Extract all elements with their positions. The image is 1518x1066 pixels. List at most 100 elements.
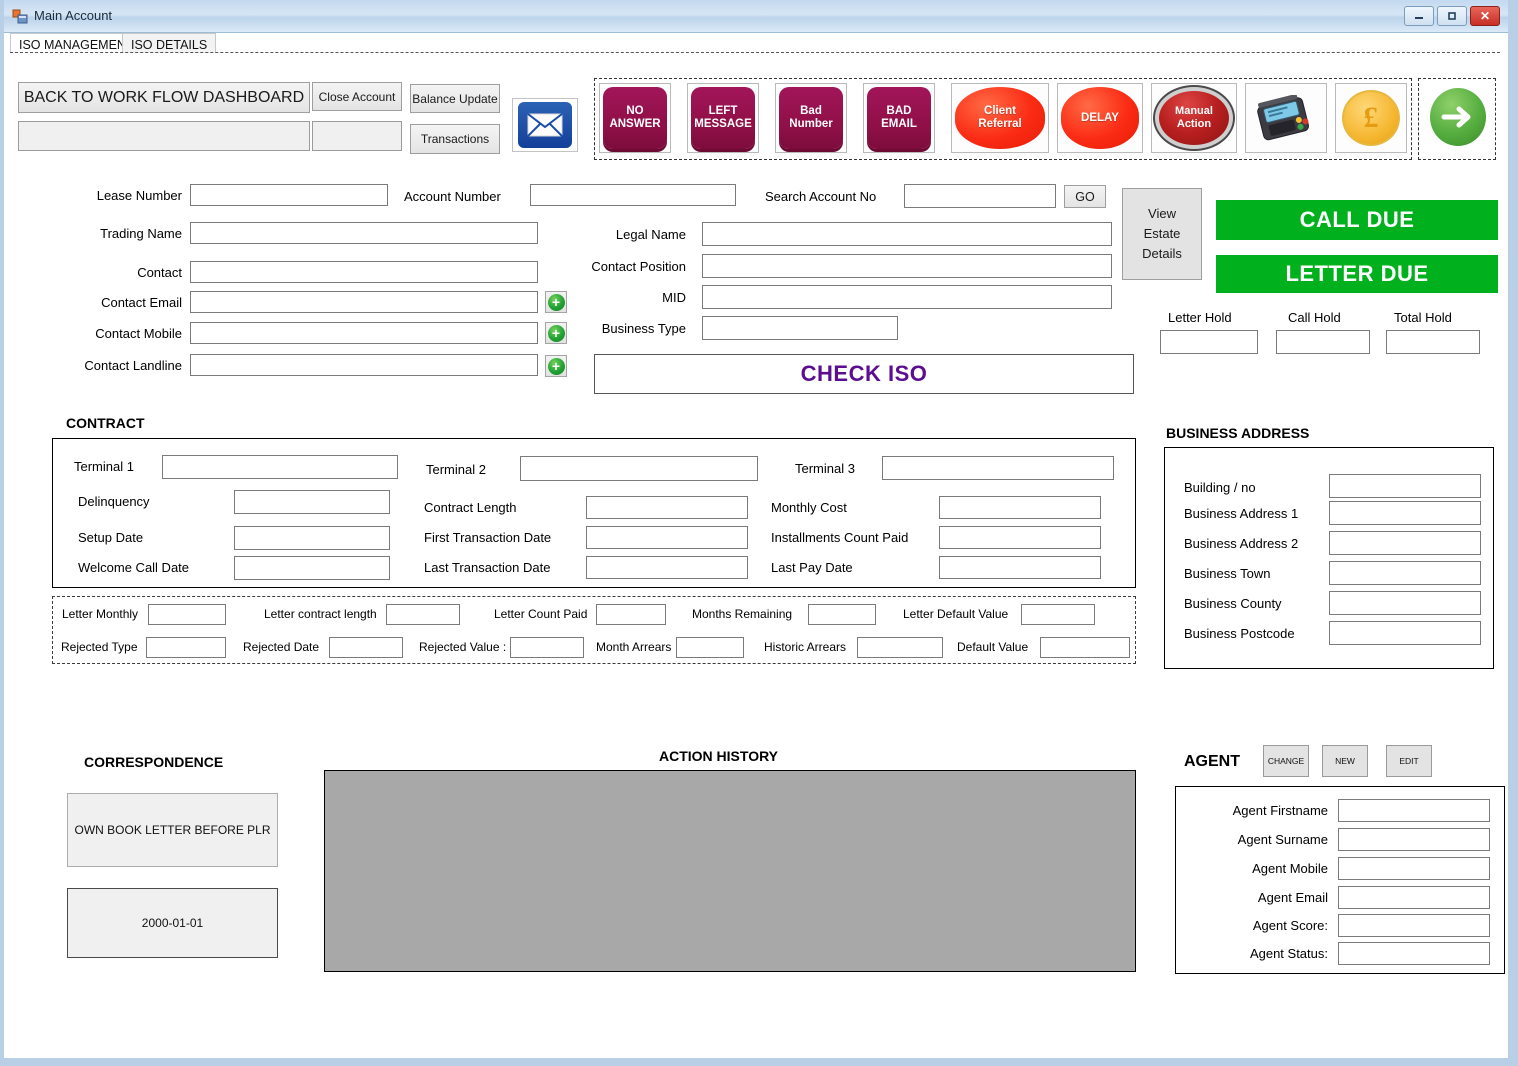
delinquency-label: Delinquency <box>78 494 150 509</box>
letter-default-value-input[interactable] <box>1021 604 1095 625</box>
account-number-input[interactable] <box>530 184 736 206</box>
back-to-workflow-dashboard-status-field[interactable] <box>18 121 310 151</box>
transactions-button[interactable]: Transactions <box>410 124 500 154</box>
minimize-button[interactable] <box>1404 6 1434 26</box>
month-arrears-input[interactable] <box>676 637 744 658</box>
manual-action-button[interactable]: Manual Action <box>1151 83 1237 153</box>
add-contact-landline-button[interactable]: + <box>545 355 567 377</box>
plus-circle-icon: + <box>547 357 565 375</box>
delay-button[interactable]: DELAY <box>1057 83 1143 153</box>
contact-landline-input[interactable] <box>190 354 538 376</box>
payment-pound-button[interactable]: £ <box>1335 83 1407 153</box>
no-answer-button[interactable]: NO ANSWER <box>599 83 671 153</box>
first-transaction-date-input[interactable] <box>586 526 748 549</box>
agent-score-input[interactable] <box>1338 914 1490 937</box>
view-estate-details-button[interactable]: View Estate Details <box>1122 188 1202 280</box>
bad-number-button[interactable]: Bad Number <box>775 83 847 153</box>
view-estate-line2: Estate <box>1143 226 1181 241</box>
envelope-icon <box>518 102 572 148</box>
correspondence-title: CORRESPONDENCE <box>84 754 224 770</box>
main-account-window: Main Account ✕ ISO MANAGEMENT ISO DETAIL… <box>0 0 1518 1066</box>
agent-surname-input[interactable] <box>1338 828 1490 851</box>
contact-email-input[interactable] <box>190 291 538 313</box>
business-address-2-input[interactable] <box>1329 531 1481 555</box>
go-button[interactable]: GO <box>1064 185 1106 208</box>
bad-email-button[interactable]: BAD EMAIL <box>863 83 935 153</box>
lease-number-input[interactable] <box>190 184 388 206</box>
letter-count-paid-input[interactable] <box>596 604 666 625</box>
send-email-button[interactable] <box>512 98 578 152</box>
maximize-button[interactable] <box>1437 6 1467 26</box>
agent-mobile-label: Agent Mobile <box>1252 861 1328 876</box>
business-town-input[interactable] <box>1329 561 1481 585</box>
building-no-input[interactable] <box>1329 474 1481 498</box>
left-message-button[interactable]: LEFT MESSAGE <box>687 83 759 153</box>
contact-email-label: Contact Email <box>101 295 182 310</box>
window-controls: ✕ <box>1404 6 1500 26</box>
rejected-value-input[interactable] <box>510 637 584 658</box>
correspondence-letter-date-button[interactable]: 2000-01-01 <box>67 888 278 958</box>
balance-update-button[interactable]: Balance Update <box>410 84 500 113</box>
client-referral-label: Client Referral <box>955 87 1045 149</box>
agent-change-button[interactable]: CHANGE <box>1263 745 1309 777</box>
action-history-grid[interactable] <box>324 770 1136 972</box>
business-county-input[interactable] <box>1329 591 1481 615</box>
letter-due-button[interactable]: LETTER DUE <box>1216 255 1498 293</box>
letter-monthly-input[interactable] <box>148 604 226 625</box>
tab-strip: ISO MANAGEMENT ISO DETAILS <box>4 33 1508 53</box>
next-arrow-icon <box>1430 88 1486 146</box>
agent-status-input[interactable] <box>1338 942 1490 965</box>
contract-length-input[interactable] <box>586 496 748 519</box>
mid-input[interactable] <box>702 285 1112 309</box>
agent-new-button[interactable]: NEW <box>1322 745 1368 777</box>
legal-name-input[interactable] <box>702 222 1112 246</box>
business-postcode-input[interactable] <box>1329 621 1481 645</box>
business-type-input[interactable] <box>702 316 898 340</box>
total-hold-input[interactable] <box>1386 330 1480 354</box>
last-transaction-date-input[interactable] <box>586 556 748 579</box>
bad-number-label: Bad Number <box>779 87 843 149</box>
tab-iso-details[interactable]: ISO DETAILS <box>122 33 217 53</box>
rejected-date-input[interactable] <box>329 637 403 658</box>
months-remaining-input[interactable] <box>808 604 876 625</box>
close-account-status-field[interactable] <box>312 121 402 151</box>
letter-hold-input[interactable] <box>1160 330 1258 354</box>
trading-name-input[interactable] <box>190 222 538 244</box>
tab-divider <box>10 52 1500 53</box>
search-account-no-input[interactable] <box>904 184 1056 208</box>
welcome-call-date-label: Welcome Call Date <box>78 560 190 575</box>
contact-position-input[interactable] <box>702 254 1112 278</box>
agent-edit-button[interactable]: EDIT <box>1386 745 1432 777</box>
rejected-type-input[interactable] <box>146 637 226 658</box>
letter-monthly-label: Letter Monthly <box>62 607 139 621</box>
call-hold-input[interactable] <box>1276 330 1370 354</box>
contact-mobile-input[interactable] <box>190 322 538 344</box>
letter-contract-length-input[interactable] <box>386 604 460 625</box>
default-value-input[interactable] <box>1040 637 1130 658</box>
last-pay-date-input[interactable] <box>939 556 1101 579</box>
contact-input[interactable] <box>190 261 538 283</box>
close-button[interactable]: ✕ <box>1470 6 1500 26</box>
welcome-call-date-input[interactable] <box>234 556 390 580</box>
correspondence-letter-type-button[interactable]: OWN BOOK LETTER BEFORE PLR <box>67 793 278 867</box>
agent-email-input[interactable] <box>1338 886 1490 909</box>
back-to-workflow-dashboard-button[interactable]: BACK TO WORK FLOW DASHBOARD <box>18 82 310 113</box>
business-address-1-input[interactable] <box>1329 501 1481 525</box>
monthly-cost-input[interactable] <box>939 496 1101 519</box>
installments-count-paid-input[interactable] <box>939 526 1101 549</box>
card-terminal-button[interactable] <box>1245 83 1327 153</box>
close-account-button[interactable]: Close Account <box>312 82 402 111</box>
agent-firstname-input[interactable] <box>1338 799 1490 822</box>
next-account-button[interactable] <box>1427 85 1489 149</box>
client-referral-button[interactable]: Client Referral <box>951 83 1049 153</box>
terminal-1-input[interactable] <box>162 455 398 479</box>
historic-arrears-input[interactable] <box>857 637 943 658</box>
agent-mobile-input[interactable] <box>1338 857 1490 880</box>
call-due-button[interactable]: CALL DUE <box>1216 200 1498 240</box>
terminal-2-input[interactable] <box>520 456 758 481</box>
delinquency-input[interactable] <box>234 490 390 514</box>
check-iso-button[interactable]: CHECK ISO <box>594 354 1134 394</box>
agent-score-label: Agent Score: <box>1252 918 1328 933</box>
terminal-3-input[interactable] <box>882 456 1114 480</box>
setup-date-input[interactable] <box>234 526 390 550</box>
